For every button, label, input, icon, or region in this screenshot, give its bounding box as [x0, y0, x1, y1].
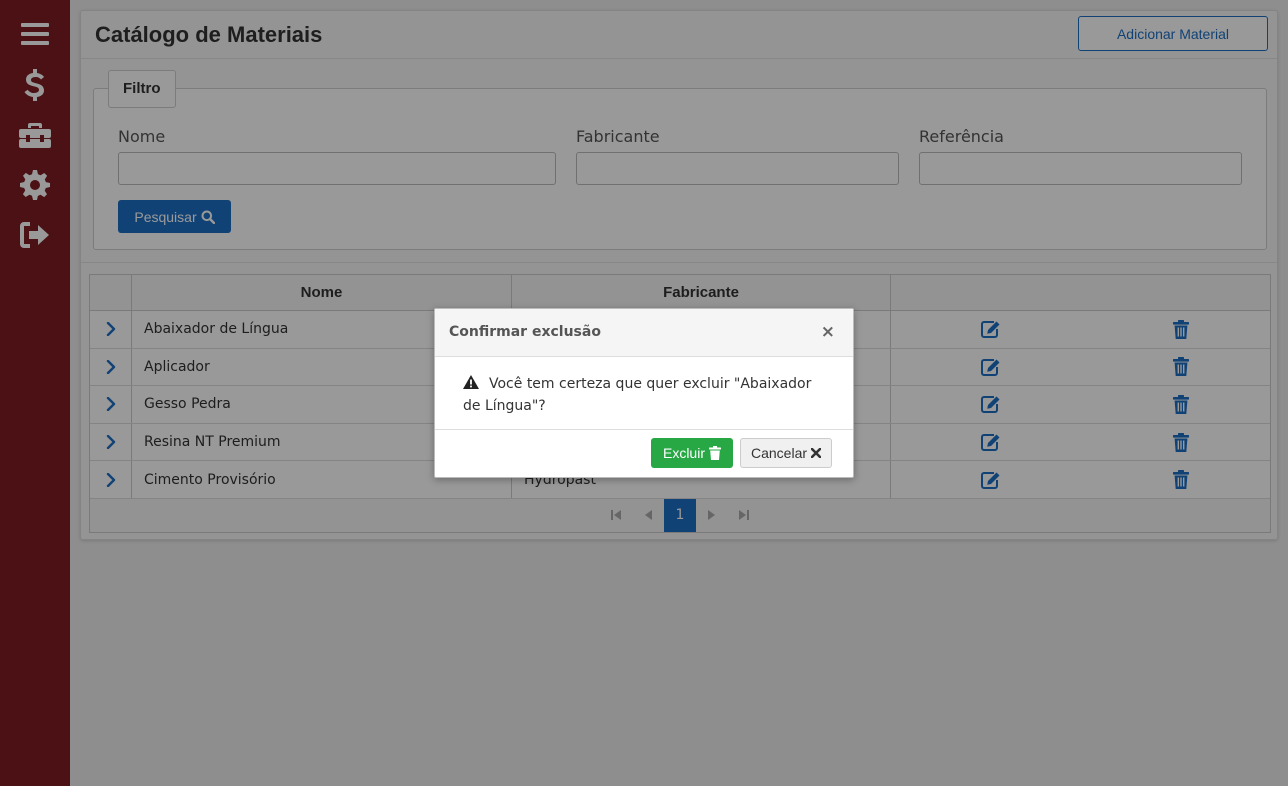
dialog-message: Você tem certeza que quer excluir "Abaix…	[463, 376, 812, 414]
warning-icon	[463, 375, 479, 389]
dialog-footer: Excluir Cancelar	[435, 430, 853, 477]
confirm-delete-button[interactable]: Excluir	[651, 438, 733, 468]
trash-icon	[709, 446, 721, 460]
cancel-button[interactable]: Cancelar	[740, 438, 832, 468]
dialog-header: Confirmar exclusão ×	[435, 309, 853, 357]
cancel-label: Cancelar	[750, 445, 808, 461]
close-icon[interactable]: ×	[821, 323, 835, 341]
close-x-icon	[811, 448, 822, 458]
confirm-delete-label: Excluir	[662, 445, 705, 461]
confirm-delete-dialog: Confirmar exclusão × Você tem certeza qu…	[434, 308, 854, 478]
dialog-body: Você tem certeza que quer excluir "Abaix…	[435, 357, 853, 430]
dialog-title: Confirmar exclusão	[449, 324, 601, 340]
